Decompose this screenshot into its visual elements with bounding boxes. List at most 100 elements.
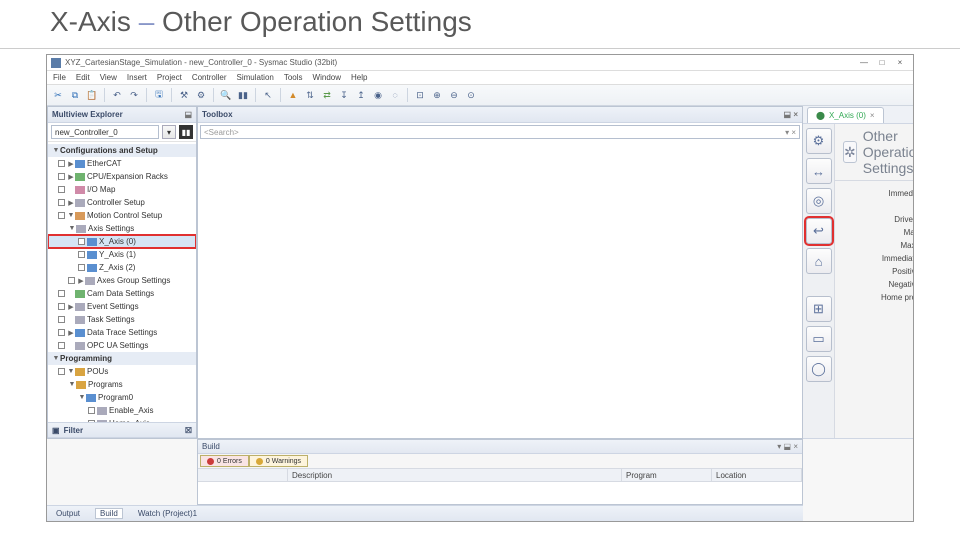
cut-icon[interactable]: ✂ — [51, 88, 65, 102]
copy-icon[interactable]: ⧉ — [68, 88, 82, 102]
tab-close-icon[interactable]: × — [870, 111, 875, 120]
minimize-button[interactable]: — — [855, 58, 873, 67]
disconnect-icon[interactable]: ◌ — [388, 88, 402, 102]
build-col-location[interactable]: Location — [712, 469, 802, 481]
multiview-explorer-panel: Multiview Explorer ⬓ new_Controller_0 ▾ … — [47, 106, 197, 439]
build-warnings-chip[interactable]: 0 Warnings — [249, 455, 308, 467]
search-icon[interactable]: 🔍 — [219, 88, 233, 102]
menu-help[interactable]: Help — [351, 73, 367, 82]
connect-icon[interactable]: ◉ — [371, 88, 385, 102]
build-icon[interactable]: ⚒ — [177, 88, 191, 102]
tabstrip: ⬤ X_Axis (0) × — [803, 106, 913, 124]
toolbox-body — [198, 141, 802, 438]
tree-enable-axis[interactable]: Enable_Axis — [48, 404, 196, 417]
param-row: Immediate stop input stop methodImmediat… — [845, 187, 903, 200]
filter-icon[interactable]: ▣ — [52, 426, 60, 435]
maximize-button[interactable]: □ — [873, 58, 891, 67]
menu-window[interactable]: Window — [313, 73, 341, 82]
vbtn-homing[interactable]: ⌂ — [806, 248, 832, 274]
tree-cam-data[interactable]: Cam Data Settings — [48, 287, 196, 300]
undo-icon[interactable]: ↶ — [110, 88, 124, 102]
vbtn-basic[interactable]: ⚙ — [806, 128, 832, 154]
paste-icon[interactable]: 📋 — [85, 88, 99, 102]
tree-axis-settings[interactable]: ▼Axis Settings — [48, 222, 196, 235]
toolbox-panel: Toolbox ⬓ × <Search> ▾ × — [197, 106, 803, 439]
zoom-reset-icon[interactable]: ⊙ — [464, 88, 478, 102]
toolbox-search-clear-icon[interactable]: ▾ × — [785, 128, 796, 137]
menu-file[interactable]: File — [53, 73, 66, 82]
tree-io-map[interactable]: I/O Map — [48, 183, 196, 196]
tree-event-settings[interactable]: ▶Event Settings — [48, 300, 196, 313]
upload-icon[interactable]: ↥ — [354, 88, 368, 102]
tree-controller-setup[interactable]: ▶Controller Setup — [48, 196, 196, 209]
tab-watch[interactable]: Watch (Project)1 — [133, 508, 202, 519]
build-pin-icon[interactable]: ▾ ⬓ × — [777, 442, 798, 451]
slide-title-dash: – — [139, 6, 155, 37]
cursor-icon[interactable]: ↖ — [261, 88, 275, 102]
vbtn-unit[interactable]: ↔ — [806, 158, 832, 184]
tree-pous[interactable]: ▼POUs — [48, 365, 196, 378]
online-icon[interactable]: ▲ — [286, 88, 300, 102]
transfer-icon[interactable]: ↧ — [337, 88, 351, 102]
param-row: Maximum positive torque limit300.0% — [845, 226, 903, 239]
tree-section-config[interactable]: ▼Configurations and Setup — [48, 144, 196, 157]
tree-opc-ua[interactable]: OPC UA Settings — [48, 339, 196, 352]
save-icon[interactable]: 🖫 — [152, 88, 166, 102]
tree-programs[interactable]: ▼Programs — [48, 378, 196, 391]
tree-ethercat[interactable]: ▶EtherCAT — [48, 157, 196, 170]
tree-program0[interactable]: ▼Program0 — [48, 391, 196, 404]
pause-icon[interactable]: ▮▮ — [236, 88, 250, 102]
menu-controller[interactable]: Controller — [192, 73, 227, 82]
filter-bar: ▣ Filter ☒ — [48, 422, 196, 438]
sync-icon[interactable]: ⇅ — [303, 88, 317, 102]
controller-pause-button[interactable]: ▮▮ — [179, 125, 193, 139]
toolbox-search-placeholder: <Search> — [204, 128, 239, 137]
menu-tools[interactable]: Tools — [284, 73, 303, 82]
tree-task-settings[interactable]: Task Settings — [48, 313, 196, 326]
controller-combo[interactable]: new_Controller_0 — [51, 125, 159, 139]
build-errors-chip[interactable]: 0 Errors — [200, 455, 249, 467]
build-col-description[interactable]: Description — [288, 469, 622, 481]
menu-project[interactable]: Project — [157, 73, 182, 82]
tree-y-axis[interactable]: Y_Axis (1) — [48, 248, 196, 261]
tree-z-axis[interactable]: Z_Axis (2) — [48, 261, 196, 274]
menu-edit[interactable]: Edit — [76, 73, 90, 82]
tree-cpu-racks[interactable]: ▶CPU/Expansion Racks — [48, 170, 196, 183]
tab-x-axis[interactable]: ⬤ X_Axis (0) × — [807, 107, 884, 123]
menu-view[interactable]: View — [100, 73, 117, 82]
menu-insert[interactable]: Insert — [127, 73, 147, 82]
section-title: Other Operation Settings — [863, 128, 913, 176]
tree-motion-setup[interactable]: ▼Motion Control Setup — [48, 209, 196, 222]
tree-x-axis[interactable]: X_Axis (0) — [48, 235, 196, 248]
tree-section-programming[interactable]: ▼Programming — [48, 352, 196, 365]
tab-output[interactable]: Output — [51, 508, 85, 519]
rebuild-icon[interactable]: ⚙ — [194, 88, 208, 102]
zoom-out-icon[interactable]: ⊖ — [447, 88, 461, 102]
vbtn-operation[interactable]: ◎ — [806, 188, 832, 214]
menu-simulation[interactable]: Simulation — [237, 73, 274, 82]
zoom-in-icon[interactable]: ⊕ — [430, 88, 444, 102]
build-col-program[interactable]: Program — [622, 469, 712, 481]
param-row: Positive limit input logic inversionDo n… — [845, 265, 903, 278]
vbtn-other-operation[interactable]: ↩ — [806, 218, 832, 244]
redo-icon[interactable]: ↷ — [127, 88, 141, 102]
tree-data-trace[interactable]: ▶Data Trace Settings — [48, 326, 196, 339]
tab-build[interactable]: Build — [95, 508, 123, 519]
build-columns: Description Program Location — [198, 469, 802, 482]
toolbox-search[interactable]: <Search> ▾ × — [200, 125, 800, 139]
vbtn-count[interactable]: ▭ — [806, 326, 832, 352]
combo-dropdown-button[interactable]: ▾ — [162, 125, 176, 139]
toolbox-pin-icon[interactable]: ⬓ × — [784, 110, 798, 119]
filter-clear-icon[interactable]: ☒ — [185, 426, 192, 435]
pin-icon[interactable]: ⬓ — [184, 110, 192, 119]
close-button[interactable]: × — [891, 58, 909, 67]
tab-axis-icon: ⬤ — [816, 111, 825, 120]
app-icon — [51, 58, 61, 68]
explorer-tree: ▼Configurations and Setup ▶EtherCAT ▶CPU… — [48, 142, 196, 422]
tree-axes-group[interactable]: ▶Axes Group Settings — [48, 274, 196, 287]
vbtn-position[interactable]: ⊞ — [806, 296, 832, 322]
compare-icon[interactable]: ⇄ — [320, 88, 334, 102]
vbtn-servo[interactable]: ◯ — [806, 356, 832, 382]
param-row: Maximum negative torque limit300.0% — [845, 239, 903, 252]
zoom-fit-icon[interactable]: ⊡ — [413, 88, 427, 102]
